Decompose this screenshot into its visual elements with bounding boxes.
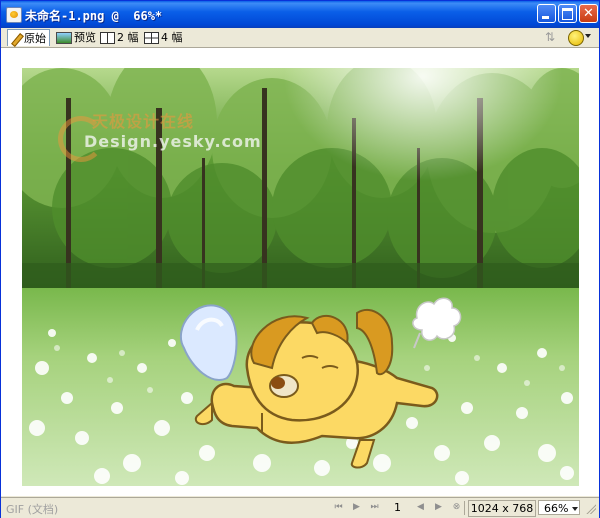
minimize-button[interactable] xyxy=(537,4,556,23)
canvas-dimensions: 1024 x 768 xyxy=(468,500,536,517)
chevron-down-icon[interactable] xyxy=(572,507,578,511)
next-frame-icon[interactable]: ▶ xyxy=(433,502,444,513)
close-icon: ✕ xyxy=(583,6,594,21)
tab-original[interactable]: 原始 xyxy=(7,29,50,46)
watermark-text-url: Design.yesky.com xyxy=(84,132,262,151)
status-divider xyxy=(464,501,465,515)
status-bar: GIF (文档) ⏮ ▶ ⏭ 1 ◀ ▶ ⊗ 1024 x 768 66% xyxy=(1,497,599,518)
tab-preview[interactable]: 预览 xyxy=(53,29,99,46)
previous-frame-icon[interactable]: ◀ xyxy=(415,502,426,513)
optimize-icon xyxy=(568,30,584,46)
app-icon[interactable] xyxy=(6,7,22,23)
tab-label: 2 幅 xyxy=(117,31,139,44)
optimize-menu-button[interactable] xyxy=(568,29,594,46)
title-bar[interactable]: 未命名-1.png @ 66%* ✕ xyxy=(1,1,599,28)
canvas-area[interactable]: 天极设计在线 Design.yesky.com xyxy=(1,48,599,496)
tab-label: 预览 xyxy=(74,31,96,44)
tab-2-up[interactable]: 2 幅 xyxy=(97,29,142,46)
first-frame-icon[interactable]: ⏮ xyxy=(333,502,344,513)
preview-icon xyxy=(56,32,72,44)
tab-label: 4 幅 xyxy=(161,31,183,44)
tab-label: 原始 xyxy=(24,32,46,45)
last-frame-icon[interactable]: ⏭ xyxy=(369,502,380,513)
pencil-icon xyxy=(11,34,22,45)
maximize-icon xyxy=(559,5,576,22)
play-icon[interactable]: ▶ xyxy=(351,502,362,513)
maximize-button[interactable] xyxy=(558,4,577,23)
image-canvas[interactable]: 天极设计在线 Design.yesky.com xyxy=(22,68,579,486)
tab-4-up[interactable]: 4 幅 xyxy=(141,29,186,46)
close-button[interactable]: ✕ xyxy=(579,4,598,23)
resize-grip[interactable] xyxy=(585,503,596,514)
preview-options-icon[interactable]: ⇅ xyxy=(541,29,559,46)
minimize-icon xyxy=(538,5,555,22)
watermark-text-cn: 天极设计在线 xyxy=(92,112,195,131)
four-up-icon xyxy=(144,32,159,44)
view-tabs-toolbar: 原始 预览 2 幅 4 幅 ⇅ xyxy=(1,28,599,48)
two-up-icon xyxy=(100,32,115,44)
stop-icon[interactable]: ⊗ xyxy=(451,502,462,513)
chevron-down-icon xyxy=(585,34,591,38)
document-window: 未命名-1.png @ 66%* ✕ 原始 预览 2 幅 4 幅 ⇅ 天极设计在… xyxy=(0,0,600,518)
window-title: 未命名-1.png @ 66%* xyxy=(25,9,163,23)
frame-number: 1 xyxy=(394,501,401,514)
status-format: GIF (文档) xyxy=(6,503,59,516)
